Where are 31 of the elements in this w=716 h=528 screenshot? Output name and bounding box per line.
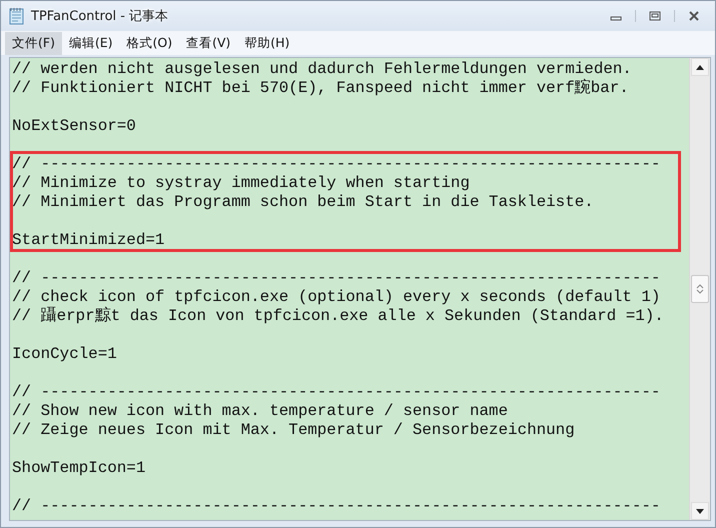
maximize-icon — [649, 11, 661, 21]
text-line: // werden nicht ausgelesen und dadurch Fehlermeldungen vermieden. — [12, 60, 633, 78]
text-line: // Minimiert das Programm schon beim Start in die Taskleiste. — [12, 193, 595, 212]
text-line: // ----------------------------------------------------------------- — [12, 497, 662, 516]
text-line: // 躡erpr黥t das Icon von tpfcicon.exe alle x Sekunden (Standard =1). — [12, 307, 665, 326]
text-line: StartMinimized=1 — [12, 231, 166, 250]
window-title: TPFanControl - 记事本 — [31, 8, 168, 25]
notepad-icon — [9, 7, 25, 25]
text-line: // ----------------------------------------------------------------- — [12, 155, 662, 174]
down-arrow-icon — [696, 508, 704, 514]
text-line: // ----------------------------------------------------------------- — [12, 269, 662, 288]
scroll-down-button[interactable] — [691, 502, 709, 520]
scroll-up-button[interactable] — [691, 58, 709, 76]
menu-item[interactable]: 查看(V) — [179, 32, 238, 54]
scroll-thumb[interactable] — [691, 275, 709, 303]
text-line: // Minimize to systray immediately when starting — [12, 174, 471, 193]
text-line: NoExtSensor=0 — [12, 117, 137, 136]
scrollbar[interactable] — [689, 58, 710, 520]
menu-item[interactable]: 帮助(H) — [238, 32, 297, 54]
text-line: // Show new icon with max. temperature / sensor name — [12, 402, 509, 421]
text-line: // Zeige neues Icon mit Max. Temperatur / Sensorbezeichnung — [12, 421, 576, 440]
text-line: IconCycle=1 — [12, 345, 118, 364]
text-line: // ----------------------------------------------------------------- — [12, 383, 662, 402]
text-line: // check icon of tpfcicon.exe (optional) every x seconds (default 1) — [12, 288, 662, 306]
close-icon — [688, 11, 700, 21]
up-arrow-icon — [696, 64, 704, 70]
menu-item[interactable]: 编辑(E) — [62, 32, 120, 54]
menu-item[interactable]: 格式(O) — [120, 32, 180, 54]
text-line: ShowTempIcon=1 — [12, 459, 147, 478]
text-line: // Funktioniert NICHT bei 570(E), Fanspeed nicht immer verf黦bar. — [12, 79, 630, 98]
menu-item[interactable]: 文件(F) — [5, 32, 62, 54]
